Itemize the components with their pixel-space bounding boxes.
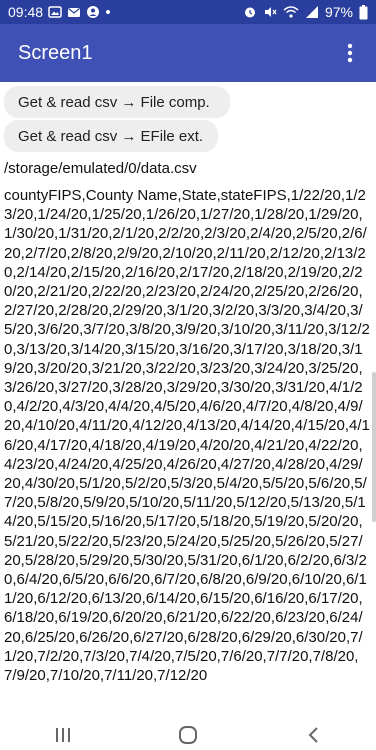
read-file-comp-label: Get & read csv → File comp. [18,93,210,111]
read-efile-ext-button[interactable]: Get & read csv → EFile ext. [4,120,218,152]
battery-icon [359,4,368,20]
overflow-menu-button[interactable] [330,33,370,73]
recent-apps-button[interactable] [33,720,93,750]
dot-icon [105,9,111,15]
mute-icon [263,5,277,19]
recent-apps-icon [55,728,70,742]
mail-icon [67,5,81,19]
home-icon [178,726,197,744]
status-left: 09:48 [0,4,111,20]
navigation-bar [0,720,376,750]
screen-title: Screen1 [18,41,93,64]
image-icon [48,5,62,19]
status-time: 09:48 [8,4,44,20]
read-efile-ext-label: Get & read csv → EFile ext. [18,127,204,145]
home-button[interactable] [158,720,218,750]
account-icon [86,5,100,19]
scrollbar[interactable] [372,372,376,522]
csv-content-text: countyFIPS,County Name,State,stateFIPS,1… [4,187,370,685]
app-bar: Screen1 [0,24,376,82]
status-bar: 09:48 97% [0,0,376,24]
content-area[interactable]: Get & read csv → File comp. Get & read c… [0,82,376,702]
status-right: 97% [243,4,376,20]
back-button[interactable] [283,720,343,750]
file-path-label: /storage/emulated/0/data.csv [4,160,197,177]
wifi-icon [283,5,299,19]
read-file-comp-button[interactable]: Get & read csv → File comp. [4,86,230,118]
signal-icon [305,5,319,19]
back-icon [308,727,319,743]
battery-percent: 97% [324,4,353,20]
more-vert-icon [347,43,353,63]
alarm-icon [243,5,257,19]
